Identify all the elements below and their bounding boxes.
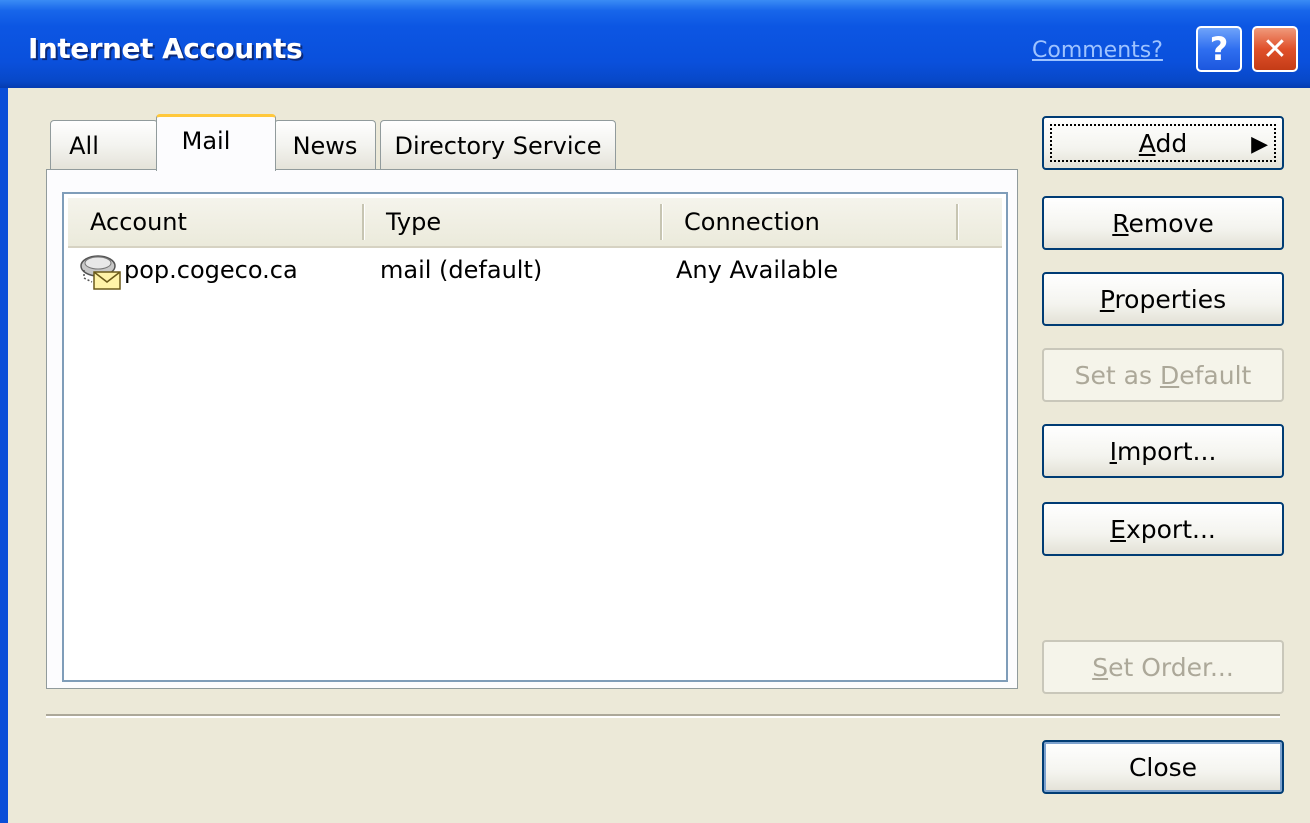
set-as-default-button[interactable]: Set as Default bbox=[1042, 348, 1284, 402]
tab-label: Mail bbox=[181, 127, 231, 155]
window-title: Internet Accounts bbox=[28, 32, 303, 65]
tab-all[interactable]: All bbox=[50, 120, 158, 170]
column-header-label: Account bbox=[90, 208, 187, 236]
button-label: Set as Default bbox=[1074, 360, 1252, 390]
tab-label: News bbox=[292, 131, 358, 160]
remove-button[interactable]: Remove bbox=[1042, 196, 1284, 250]
tab-label: Directory Service bbox=[394, 131, 602, 160]
account-connection: Any Available bbox=[676, 256, 839, 284]
button-label: Set Order... bbox=[1092, 652, 1234, 682]
tab-news[interactable]: News bbox=[274, 120, 376, 170]
button-label: Remove bbox=[1112, 208, 1214, 238]
column-header-connection[interactable]: Connection bbox=[662, 198, 958, 246]
close-icon: ✕ bbox=[1262, 31, 1288, 67]
column-header-account[interactable]: Account bbox=[68, 198, 362, 246]
button-label: Export... bbox=[1110, 514, 1216, 544]
accounts-list[interactable]: Account Type Connection pop.cogeco.ca ma… bbox=[62, 192, 1008, 682]
button-label: Add bbox=[1138, 128, 1188, 158]
account-name: pop.cogeco.ca bbox=[124, 256, 298, 284]
close-window-button[interactable]: ✕ bbox=[1252, 26, 1298, 72]
help-button[interactable]: ? bbox=[1196, 26, 1242, 72]
column-divider[interactable] bbox=[956, 204, 959, 240]
tab-directory-service[interactable]: Directory Service bbox=[380, 120, 616, 170]
help-icon: ? bbox=[1209, 30, 1229, 68]
column-header-type[interactable]: Type bbox=[364, 198, 660, 246]
import-button[interactable]: Import... bbox=[1042, 424, 1284, 478]
submenu-arrow-icon: ▶ bbox=[1251, 132, 1268, 157]
tab-label: All bbox=[69, 131, 99, 160]
comments-link[interactable]: Comments? bbox=[1032, 38, 1163, 63]
column-header-label: Type bbox=[386, 208, 442, 236]
add-button[interactable]: Add ▶ bbox=[1042, 116, 1284, 170]
internet-accounts-window: Internet Accounts Comments? ? ✕ All Mail… bbox=[0, 0, 1310, 823]
close-button[interactable]: Close bbox=[1042, 740, 1284, 794]
set-order-button[interactable]: Set Order... bbox=[1042, 640, 1284, 694]
column-header-label: Connection bbox=[684, 208, 820, 236]
table-row[interactable]: pop.cogeco.ca mail (default) Any Availab… bbox=[68, 250, 1002, 290]
button-label: Import... bbox=[1109, 436, 1217, 466]
export-button[interactable]: Export... bbox=[1042, 502, 1284, 556]
account-type: mail (default) bbox=[380, 256, 543, 284]
button-label: Close bbox=[1128, 752, 1198, 782]
list-header: Account Type Connection bbox=[68, 198, 1002, 248]
title-bar[interactable]: Internet Accounts Comments? ? ✕ bbox=[0, 0, 1310, 88]
mail-account-icon bbox=[80, 255, 121, 290]
button-label: Properties bbox=[1099, 284, 1227, 314]
tab-mail[interactable]: Mail bbox=[156, 114, 276, 171]
horizontal-separator bbox=[46, 714, 1280, 718]
properties-button[interactable]: Properties bbox=[1042, 272, 1284, 326]
